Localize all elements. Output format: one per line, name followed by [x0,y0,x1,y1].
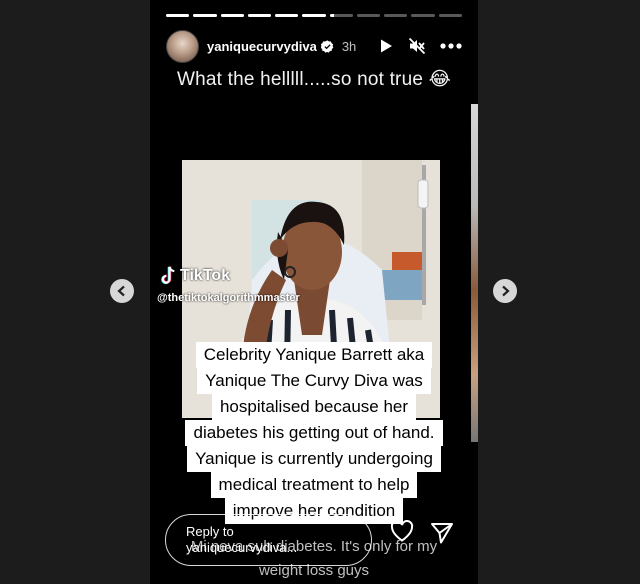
story-viewer: yaniquecurvydiva 3h What the helllll....… [150,0,478,584]
progress-segment [193,14,217,17]
heart-icon[interactable] [390,519,414,547]
overlay-line: Yanique The Curvy Diva was [197,368,431,394]
chevron-left-icon [117,285,125,297]
more-icon[interactable] [440,43,462,49]
send-icon[interactable] [430,522,454,549]
reply-input[interactable]: Reply to yaniquecurvydiva... [165,514,372,566]
overlay-line: diabetes his getting out of hand. [185,420,443,446]
overlay-line: hospitalised because her [211,394,417,420]
progress-segment [329,14,353,17]
tiktok-handle: @thetiktokalgorithmmaster [157,292,300,304]
progress-segment [247,14,272,17]
progress-segment [384,14,408,17]
previous-story-button[interactable] [110,279,134,303]
username[interactable]: yaniquecurvydiva [207,39,317,54]
progress-segment [356,14,381,17]
tiktok-watermark: TikTok [158,266,230,286]
progress-segment [411,14,435,17]
next-story-preview[interactable] [471,104,478,442]
progress-segment [220,14,244,17]
progress-segment [275,14,299,17]
verified-icon [320,39,334,53]
progress-segment [166,14,190,17]
overlay-line: medical treatment to help [210,472,418,498]
post-time: 3h [341,38,357,54]
next-story-button[interactable] [493,279,517,303]
news-overlay-text: Celebrity Yanique Barrett aka Yanique The… [150,342,478,524]
chevron-right-icon [502,285,510,297]
progress-segment [302,14,326,17]
tiktok-logo-icon [161,266,175,285]
story-progress-bar [166,14,462,17]
story-header: yaniquecurvydiva 3h [166,29,462,63]
tiktok-brand: TikTok [180,267,231,284]
avatar[interactable] [166,29,199,63]
overlay-line: Yanique is currently undergoing [187,446,441,472]
play-icon[interactable] [378,38,394,54]
story-caption: What the helllll.....so not true 😂 [176,69,451,90]
overlay-line: Celebrity Yanique Barrett aka [195,342,433,368]
progress-segment [438,14,462,17]
mute-icon[interactable] [408,37,426,55]
